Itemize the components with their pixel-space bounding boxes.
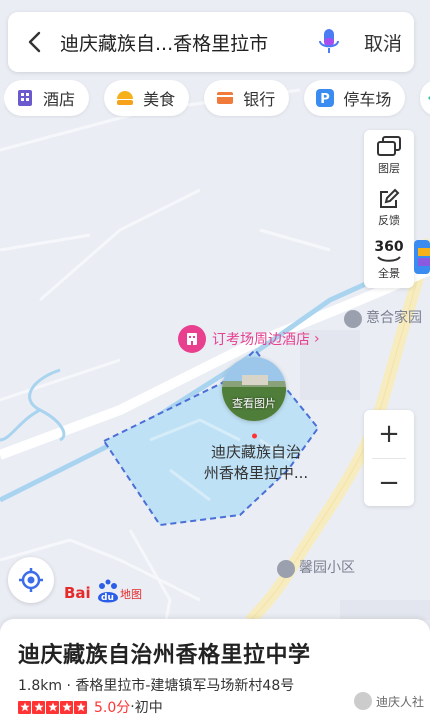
side-drawer-tab-icon[interactable] [414, 240, 430, 274]
rating-stars [18, 700, 88, 714]
svg-text:Bai: Bai [64, 584, 91, 602]
rating-score: 5.0分 [94, 700, 131, 716]
hotel-promo-label: 订考场周边酒店 [212, 332, 310, 348]
back-arrow-icon [28, 31, 41, 53]
feedback-label: 反馈 [378, 214, 400, 227]
school-grade: 初中 [134, 700, 163, 716]
star-icon [18, 700, 31, 714]
back-button[interactable] [8, 12, 60, 72]
chip-label: 停车场 [343, 90, 392, 109]
poi-name-line2: 州香格里拉中... [203, 464, 309, 482]
feedback-edit-icon [380, 188, 400, 208]
map-tools-panel: 图层 反馈 360 全景 [364, 130, 414, 288]
layers-label: 图层 [378, 162, 400, 175]
star-icon [74, 700, 87, 714]
chip-label: 酒店 [43, 90, 76, 109]
poi-photo-label: 查看图片 [232, 397, 276, 410]
poi-pin-icon [252, 433, 257, 439]
poi-name-label[interactable]: 迪庆藏族自治 州香格里拉中... [196, 442, 316, 484]
star-icon [46, 700, 59, 714]
svg-text:P: P [321, 92, 331, 107]
rating-row: 5.0分 · 初中 [18, 697, 163, 717]
place-address: 1.8km · 香格里拉市-建塘镇军马场新村48号 [18, 678, 295, 694]
wechat-account-icon [354, 692, 372, 710]
chevron-right-icon: › [314, 331, 320, 347]
chip-label: 银行 [243, 90, 276, 109]
nearby-label-1[interactable]: 意合家园 [366, 308, 430, 329]
panorama-button[interactable]: 360 全景 [364, 234, 414, 286]
zoom-out-button[interactable]: − [364, 459, 414, 507]
locate-me-button[interactable] [8, 557, 54, 603]
chip-hotel[interactable]: 酒店 [4, 80, 90, 116]
baidu-map-logo: Bai du 地图 [64, 578, 144, 606]
baidu-logo-icon: Bai du 地图 [64, 579, 142, 603]
chip-label: 美食 [143, 90, 176, 109]
food-icon [114, 87, 136, 109]
watermark-text: 迪庆人社 [376, 694, 425, 709]
star-icon [60, 700, 73, 714]
nearby-pin-icon [277, 560, 295, 578]
chip-more[interactable] [420, 80, 430, 116]
poi-photo-bubble[interactable]: 查看图片 [222, 357, 286, 421]
zoom-controls: + − [364, 410, 414, 506]
search-bar: 迪庆藏族自...香格里拉市 取消 [8, 12, 414, 72]
hotel-icon [14, 87, 36, 109]
category-chips: 酒店 美食 银行 P 停车场 [4, 80, 430, 118]
layers-icon [377, 136, 401, 156]
layers-button[interactable]: 图层 [364, 130, 414, 182]
search-input[interactable]: 迪庆藏族自...香格里拉市 [60, 29, 306, 56]
chip-parking[interactable]: P 停车场 [304, 80, 406, 116]
hotel-promo-icon [178, 325, 206, 353]
poi-name-line1: 迪庆藏族自治 [210, 443, 301, 461]
chip-food[interactable]: 美食 [104, 80, 190, 116]
feedback-button[interactable]: 反馈 [364, 182, 414, 234]
locate-crosshair-icon [19, 568, 43, 592]
panorama-label: 全景 [378, 267, 400, 280]
place-info-card[interactable]: 迪庆藏族自治州香格里拉中学 1.8km · 香格里拉市-建塘镇军马场新村48号 … [0, 619, 430, 721]
watermark: 迪庆人社 [354, 692, 424, 710]
nearby-pin-icon [344, 310, 362, 328]
place-title: 迪庆藏族自治州香格里拉中学 [18, 643, 311, 668]
star-icon [32, 700, 45, 714]
more-category-icon [426, 87, 430, 109]
panorama-arc-icon [377, 256, 401, 262]
svg-text:地图: 地图 [120, 588, 142, 601]
cancel-button[interactable]: 取消 [352, 29, 414, 56]
chip-bank[interactable]: 银行 [204, 80, 290, 116]
poi-photo-thumbnail [222, 357, 286, 421]
parking-icon: P [314, 87, 336, 109]
svg-text:du: du [101, 593, 114, 603]
bank-icon [214, 87, 236, 109]
voice-search-button[interactable] [306, 12, 352, 72]
panorama-360-icon: 360 [374, 239, 404, 255]
nearby-label-2[interactable]: 馨园小区 [299, 558, 379, 579]
zoom-in-button[interactable]: + [364, 410, 414, 458]
hotel-promo[interactable]: 订考场周边酒店 › [178, 324, 320, 354]
microphone-icon [319, 29, 339, 53]
